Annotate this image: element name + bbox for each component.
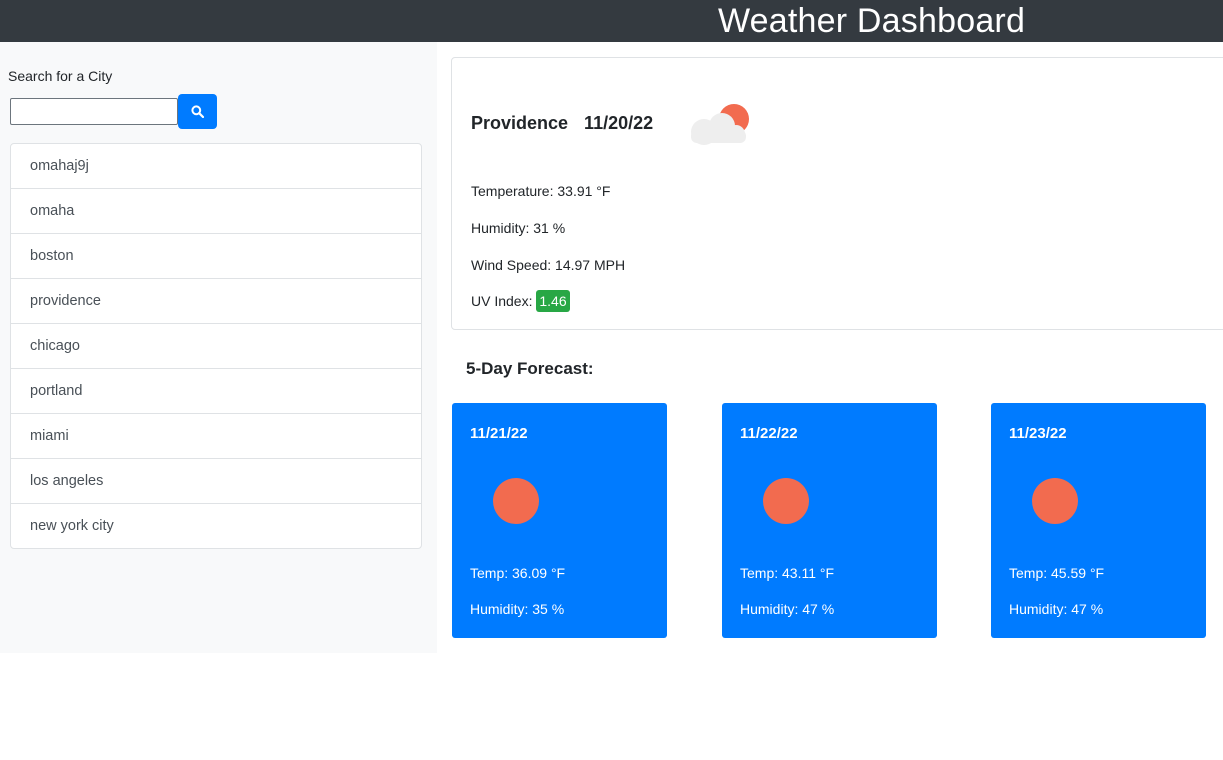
forecast-date: 11/22/22: [740, 425, 798, 442]
forecast-heading: 5-Day Forecast:: [466, 359, 594, 378]
current-temperature: Temperature: 33.91 °F: [471, 183, 611, 199]
forecast-card: 11/22/22 Temp: 43.11 °F Humidity: 47 %: [722, 403, 937, 638]
forecast-card: 11/23/22 Temp: 45.59 °F Humidity: 47 %: [991, 403, 1206, 638]
city-history-item[interactable]: omahaj9j: [11, 144, 421, 189]
search-label: Search for a City: [8, 68, 113, 84]
current-wind-speed: Wind Speed: 14.97 MPH: [471, 257, 626, 273]
uv-index-badge: 1.46: [536, 290, 570, 312]
city-history-item[interactable]: providence: [11, 279, 421, 324]
city-history-item[interactable]: portland: [11, 369, 421, 414]
city-history-item[interactable]: omaha: [11, 189, 421, 234]
search-input[interactable]: [10, 98, 178, 125]
current-date: 11/20/22: [584, 113, 654, 133]
forecast-temp: Temp: 36.09 °F: [470, 565, 566, 581]
uv-index-label: UV Index:: [471, 293, 537, 309]
forecast-humidity: Humidity: 35 %: [470, 601, 565, 617]
city-history-item[interactable]: chicago: [11, 324, 421, 369]
forecast-humidity: Humidity: 47 %: [740, 601, 835, 617]
sun-icon: [1032, 478, 1078, 524]
sidebar: Search for a City omahaj9j omaha boston …: [0, 42, 437, 653]
app-header: Weather Dashboard: [0, 0, 1223, 42]
search-button[interactable]: [178, 94, 217, 129]
current-humidity: Humidity: 31 %: [471, 220, 566, 236]
forecast-humidity: Humidity: 47 %: [1009, 601, 1104, 617]
page-title: Weather Dashboard: [718, 2, 1026, 40]
forecast-temp: Temp: 43.11 °F: [740, 565, 835, 581]
current-weather-card: Providence 11/20/22 Temperature: 33.91 °F…: [451, 57, 1223, 330]
forecast-date: 11/21/22: [470, 425, 528, 442]
partly-cloudy-icon: [691, 104, 749, 145]
current-uv-index: UV Index: 1.46: [471, 290, 570, 312]
forecast-date: 11/23/22: [1009, 425, 1067, 442]
current-city-name: Providence: [471, 113, 569, 133]
forecast-card: 11/21/22 Temp: 36.09 °F Humidity: 35 %: [452, 403, 667, 638]
city-history-item[interactable]: miami: [11, 414, 421, 459]
city-history-item[interactable]: new york city: [11, 504, 421, 548]
current-weather-title: Providence 11/20/22: [471, 113, 653, 134]
city-history-item[interactable]: los angeles: [11, 459, 421, 504]
sun-icon: [493, 478, 539, 524]
sun-icon: [763, 478, 809, 524]
forecast-temp: Temp: 45.59 °F: [1009, 565, 1105, 581]
search-icon: [191, 105, 204, 118]
city-history-item[interactable]: boston: [11, 234, 421, 279]
city-history-list: omahaj9j omaha boston providence chicago…: [10, 143, 422, 549]
